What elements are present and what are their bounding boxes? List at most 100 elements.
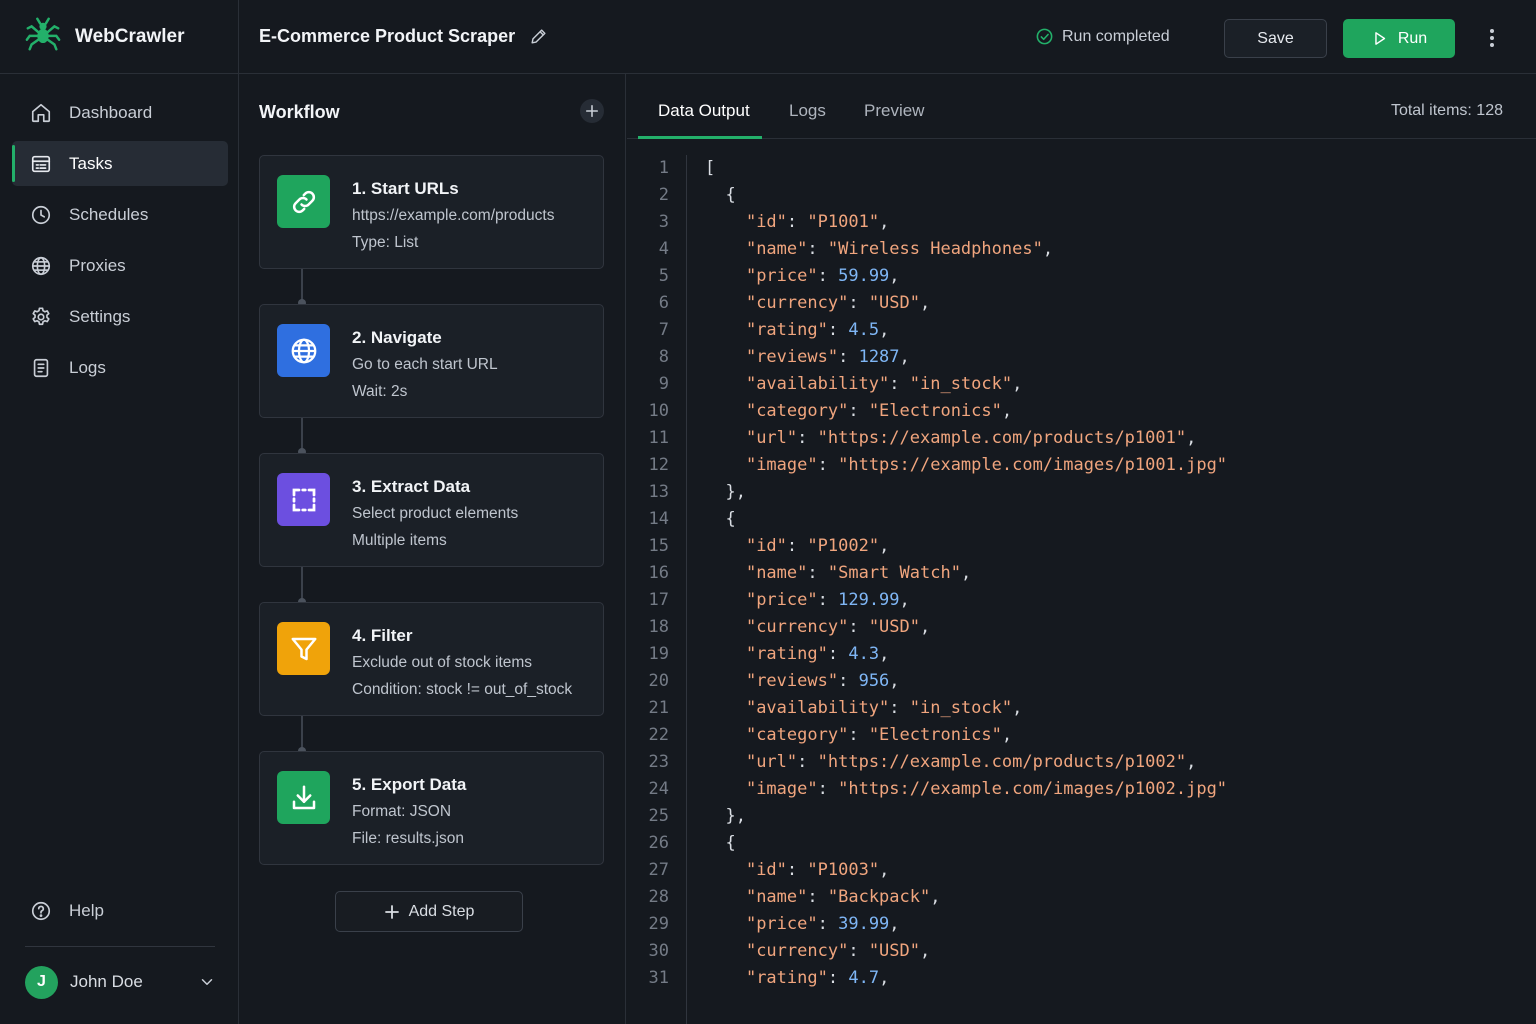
user-menu[interactable]: J John Doe bbox=[25, 965, 216, 999]
tasks-icon bbox=[31, 155, 51, 172]
step-detail: Wait: 2s bbox=[352, 383, 408, 400]
line-number: 16 bbox=[648, 563, 669, 583]
code-line: "url": "https://example.com/products/p10… bbox=[745, 752, 1197, 772]
line-number: 26 bbox=[648, 833, 669, 853]
code-line: { bbox=[705, 185, 736, 205]
workflow-step-extract-data[interactable]: 3. Extract Data Select product elements … bbox=[259, 453, 604, 567]
step-detail: Multiple items bbox=[352, 532, 447, 549]
sidebar-item-schedules[interactable]: Schedules bbox=[12, 192, 228, 237]
select-icon bbox=[292, 488, 315, 511]
step-icon-bg bbox=[277, 622, 330, 675]
tab-data-output[interactable]: Data Output bbox=[658, 101, 750, 121]
code-line: { bbox=[705, 509, 736, 529]
line-number: 6 bbox=[658, 293, 669, 313]
code-line: "rating": 4.7, bbox=[745, 968, 890, 988]
step-detail: Condition: stock != out_of_stock bbox=[352, 681, 573, 698]
run-button[interactable]: Run bbox=[1343, 19, 1455, 58]
code-line: "category": "Electronics", bbox=[745, 725, 1013, 745]
line-number: 30 bbox=[648, 941, 669, 961]
filter-icon bbox=[291, 637, 316, 660]
code-line: "currency": "USD", bbox=[745, 617, 931, 637]
line-number: 14 bbox=[648, 509, 669, 529]
sidebar-item-label: Settings bbox=[69, 306, 131, 326]
code-line: { bbox=[705, 833, 736, 853]
workflow-step-export-data[interactable]: 5. Export Data Format: JSON File: result… bbox=[259, 751, 604, 865]
line-number: 4 bbox=[658, 239, 669, 259]
download-icon bbox=[292, 785, 315, 809]
line-number: 1 bbox=[658, 158, 669, 178]
line-number: 20 bbox=[648, 671, 669, 691]
task-title: E-Commerce Product Scraper bbox=[259, 26, 516, 46]
add-step-button[interactable]: Add Step bbox=[335, 891, 523, 932]
sidebar-item-label: Dashboard bbox=[69, 102, 153, 122]
sidebar-item-tasks[interactable]: Tasks bbox=[12, 141, 228, 186]
sidebar-item-label: Proxies bbox=[69, 255, 126, 275]
more-options-button[interactable] bbox=[1482, 27, 1502, 49]
sidebar-item-logs[interactable]: Logs bbox=[12, 345, 228, 390]
clock-icon bbox=[31, 205, 51, 224]
step-icon-bg bbox=[277, 473, 330, 526]
active-tab-indicator bbox=[638, 136, 762, 139]
code-line: "rating": 4.5, bbox=[745, 320, 890, 340]
spider-logo-icon bbox=[24, 15, 62, 58]
plus-icon bbox=[585, 104, 599, 118]
code-line: "name": "Wireless Headphones", bbox=[745, 239, 1054, 259]
step-detail: Go to each start URL bbox=[352, 356, 498, 373]
top-bar: E-Commerce Product Scraper Run completed… bbox=[239, 0, 1536, 74]
pencil-edit-icon[interactable] bbox=[529, 27, 548, 46]
code-line: "rating": 4.3, bbox=[745, 644, 890, 664]
step-icon-bg bbox=[277, 771, 330, 824]
code-line: "currency": "USD", bbox=[745, 293, 931, 313]
line-number: 25 bbox=[648, 806, 669, 826]
status-text: Run completed bbox=[1062, 27, 1170, 45]
line-number: 15 bbox=[648, 536, 669, 556]
line-number: 19 bbox=[648, 644, 669, 664]
check-circle-icon bbox=[1036, 28, 1053, 45]
add-workflow-button[interactable] bbox=[580, 99, 604, 123]
run-label: Run bbox=[1397, 29, 1428, 47]
line-number: 12 bbox=[648, 455, 669, 475]
code-line: "id": "P1001", bbox=[745, 212, 890, 232]
step-detail: Select product elements bbox=[352, 505, 519, 522]
avatar: J bbox=[25, 965, 58, 999]
line-number: 11 bbox=[648, 428, 669, 448]
globe-icon bbox=[291, 338, 316, 363]
step-title: 4. Filter bbox=[352, 626, 413, 645]
sidebar-item-label: Tasks bbox=[69, 153, 113, 173]
workflow-step-start-urls[interactable]: 1. Start URLs https://example.com/produc… bbox=[259, 155, 604, 269]
code-line: "name": "Backpack", bbox=[745, 887, 941, 907]
home-icon bbox=[31, 103, 51, 122]
sidebar-item-label: Schedules bbox=[69, 204, 149, 224]
chevron-down-icon bbox=[201, 979, 213, 985]
help-link[interactable]: Help bbox=[12, 888, 228, 933]
gear-icon bbox=[32, 306, 50, 325]
line-number: 2 bbox=[658, 185, 669, 205]
code-line: "image": "https://example.com/images/p10… bbox=[745, 779, 1228, 799]
run-status: Run completed bbox=[1035, 27, 1170, 46]
sidebar-item-settings[interactable]: Settings bbox=[12, 294, 228, 339]
help-label: Help bbox=[69, 900, 104, 920]
line-number-gutter: 1 2 3 4 5 6 7 8 9 10 11 12 13 14 15 16 17 18 19 20 21 22 23 24 2… bbox=[627, 155, 687, 1024]
more-vertical-icon bbox=[1490, 29, 1494, 47]
code-line: "price": 59.99, bbox=[745, 266, 900, 286]
brand[interactable]: WebCrawler bbox=[0, 0, 238, 74]
user-name: John Doe bbox=[70, 972, 143, 991]
json-viewer[interactable]: 1 2 3 4 5 6 7 8 9 10 11 12 13 14 15 16 17 18 19 20 21 22 23 24 2… bbox=[627, 155, 1536, 1024]
line-number: 29 bbox=[648, 914, 669, 934]
code-line: "image": "https://example.com/images/p10… bbox=[745, 455, 1228, 475]
line-number: 5 bbox=[658, 266, 669, 286]
add-step-label: Add Step bbox=[408, 902, 475, 920]
workflow-step-filter[interactable]: 4. Filter Exclude out of stock items Con… bbox=[259, 602, 604, 716]
workflow-panel: Workflow 1. Start URLs https://example.c… bbox=[239, 74, 626, 1024]
sidebar-item-proxies[interactable]: Proxies bbox=[12, 243, 228, 288]
globe-icon bbox=[31, 256, 51, 275]
tab-logs[interactable]: Logs bbox=[789, 101, 826, 121]
code-line: "name": "Smart Watch", bbox=[745, 563, 972, 583]
workflow-step-navigate[interactable]: 2. Navigate Go to each start URL Wait: 2… bbox=[259, 304, 604, 418]
tab-preview[interactable]: Preview bbox=[864, 101, 924, 121]
sidebar-item-dashboard[interactable]: Dashboard bbox=[12, 90, 228, 135]
workflow-title: Workflow bbox=[259, 102, 340, 122]
step-detail: Type: List bbox=[352, 234, 419, 251]
save-button[interactable]: Save bbox=[1224, 19, 1327, 58]
sidebar-item-label: Logs bbox=[69, 357, 106, 377]
